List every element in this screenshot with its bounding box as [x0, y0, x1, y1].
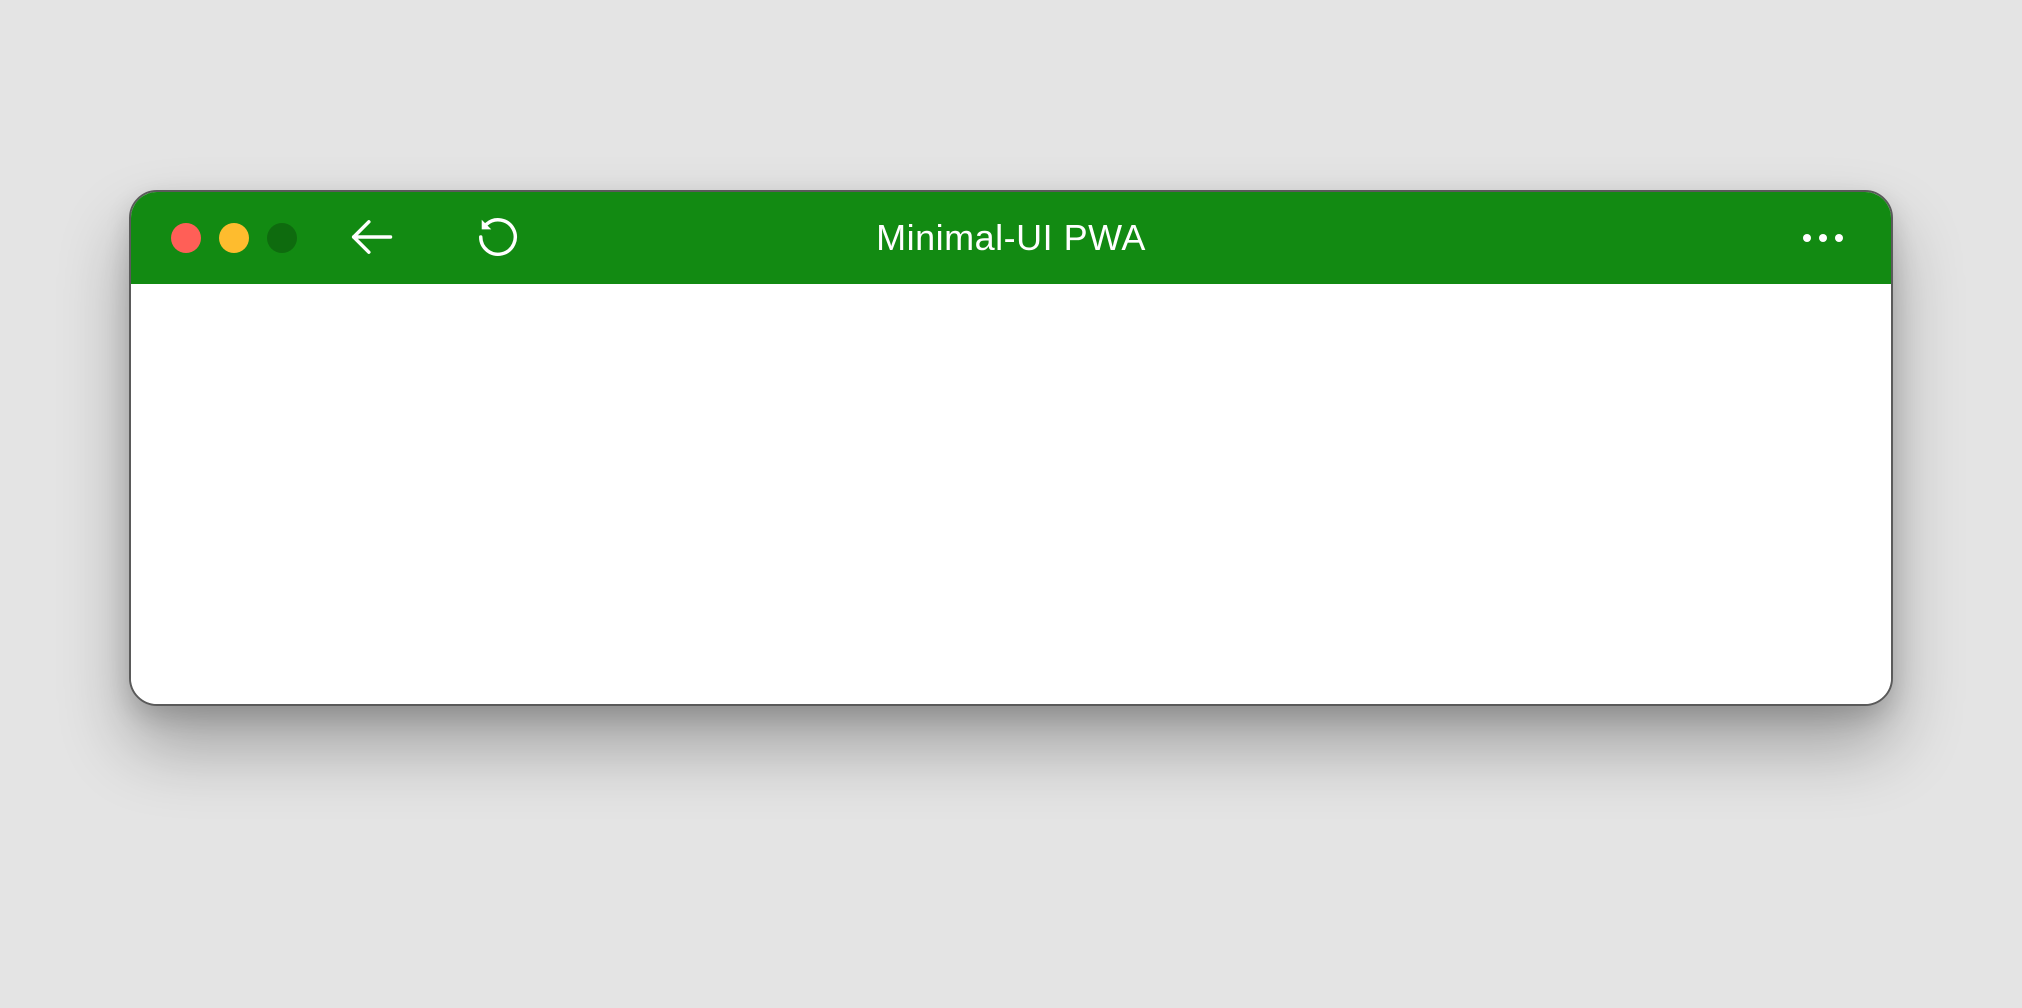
content-area [131, 284, 1891, 704]
window-title: Minimal-UI PWA [876, 217, 1146, 259]
more-horizontal-icon [1803, 234, 1843, 242]
close-button[interactable] [171, 223, 201, 253]
reload-icon [475, 214, 521, 263]
maximize-button[interactable] [267, 223, 297, 253]
app-window: Minimal-UI PWA [129, 190, 1893, 706]
more-menu-button[interactable] [1803, 234, 1843, 242]
reload-button[interactable] [475, 214, 521, 263]
titlebar: Minimal-UI PWA [131, 192, 1891, 284]
window-controls [171, 223, 297, 253]
arrow-left-icon [345, 211, 397, 266]
minimize-button[interactable] [219, 223, 249, 253]
back-button[interactable] [345, 211, 397, 266]
